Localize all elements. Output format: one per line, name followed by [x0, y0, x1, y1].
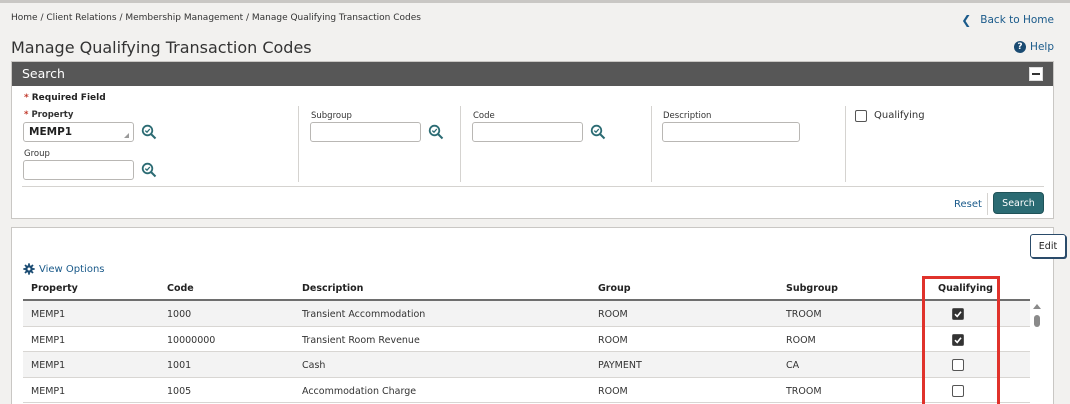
property-label-text: Property [31, 110, 74, 120]
qualifying-label: Qualifying [874, 110, 925, 121]
group-label: Group [24, 149, 50, 159]
view-options-label: View Options [39, 263, 105, 275]
description-input[interactable] [662, 122, 800, 142]
cell-subgroup: ROOM [786, 334, 816, 346]
search-header: Search [12, 62, 1053, 86]
cell-group: ROOM [598, 334, 628, 346]
search-title: Search [22, 66, 65, 81]
group-input[interactable] [23, 160, 134, 180]
page-title: Manage Qualifying Transaction Codes [11, 38, 312, 57]
table-row[interactable]: MEMP1 10000000 Transient Room Revenue RO… [23, 327, 1030, 352]
results-table: Property Code Description Group Subgroup… [23, 277, 1030, 403]
view-options-link[interactable]: View Options [23, 263, 105, 275]
collapse-button[interactable] [1029, 67, 1043, 81]
code-lookup-icon[interactable] [590, 124, 606, 140]
table-header: Property Code Description Group Subgroup… [23, 277, 1030, 301]
breadcrumb[interactable]: Home / Client Relations / Membership Man… [11, 13, 421, 23]
cell-group: PAYMENT [598, 360, 642, 371]
column-divider [460, 106, 461, 182]
chevron-left-icon: ❮ [961, 13, 972, 27]
column-header-qualifying[interactable]: Qualifying [938, 283, 993, 294]
cell-code: 1000 [167, 309, 192, 320]
qualifying-checkbox[interactable] [855, 110, 867, 122]
dropdown-corner-icon [124, 133, 129, 138]
required-field-label: Required Field [31, 93, 106, 103]
property-label: * Property [24, 110, 74, 120]
back-to-home-link[interactable]: ❮ Back to Home [961, 13, 1054, 27]
cell-description: Accommodation Charge [302, 385, 417, 397]
help-label: Help [1030, 41, 1054, 53]
column-header-description[interactable]: Description [302, 283, 363, 294]
cell-code: 10000000 [167, 334, 216, 346]
qualifying-row-checkbox[interactable] [952, 384, 964, 397]
cell-property: MEMP1 [31, 309, 66, 320]
column-header-property[interactable]: Property [31, 283, 78, 294]
gear-icon [23, 263, 35, 275]
cell-property: MEMP1 [31, 360, 66, 371]
table-row[interactable]: MEMP1 1000 Transient Accommodation ROOM … [23, 301, 1030, 327]
back-to-home-label: Back to Home [980, 14, 1054, 26]
help-link[interactable]: ? Help [1014, 41, 1054, 53]
table-row[interactable]: MEMP1 1005 Accommodation Charge ROOM TRO… [23, 378, 1030, 403]
cell-code: 1005 [167, 385, 192, 397]
cell-description: Cash [302, 360, 326, 371]
column-header-code[interactable]: Code [167, 283, 194, 294]
cell-property: MEMP1 [31, 334, 66, 346]
top-border [0, 0, 1070, 3]
property-select[interactable]: MEMP1 [23, 122, 134, 142]
subgroup-lookup-icon[interactable] [428, 124, 444, 140]
cell-group: ROOM [598, 309, 628, 320]
column-header-subgroup[interactable]: Subgroup [786, 283, 838, 294]
required-field-note: * Required Field [24, 93, 106, 103]
table-row[interactable]: MEMP1 1001 Cash PAYMENT CA [23, 352, 1030, 378]
search-button[interactable]: Search [993, 192, 1044, 214]
column-divider [651, 106, 652, 182]
cell-property: MEMP1 [31, 385, 66, 397]
cell-description: Transient Room Revenue [302, 334, 420, 346]
column-header-group[interactable]: Group [598, 283, 631, 294]
button-divider [987, 193, 988, 215]
cell-code: 1001 [167, 360, 192, 371]
scroll-up-arrow-icon[interactable] [1033, 304, 1041, 309]
subgroup-input[interactable] [310, 122, 421, 142]
subgroup-label: Subgroup [311, 111, 352, 121]
scrollbar-thumb[interactable] [1034, 315, 1040, 327]
qualifying-row-checkbox[interactable] [952, 359, 964, 371]
column-divider [845, 106, 846, 182]
code-input[interactable] [472, 122, 583, 142]
column-divider [298, 106, 299, 182]
checkmark-icon [953, 334, 963, 345]
reset-button[interactable]: Reset [954, 199, 982, 210]
description-label: Description [663, 111, 712, 121]
property-value: MEMP1 [29, 126, 73, 138]
cell-group: ROOM [598, 385, 628, 397]
search-actions-divider [22, 186, 1044, 187]
minus-icon [1032, 73, 1040, 75]
group-lookup-icon[interactable] [141, 162, 157, 178]
code-label: Code [473, 111, 495, 121]
qualifying-row-checkbox[interactable] [952, 308, 964, 320]
cell-description: Transient Accommodation [302, 309, 426, 320]
cell-subgroup: CA [786, 360, 800, 371]
help-icon: ? [1014, 41, 1027, 53]
property-lookup-icon[interactable] [141, 124, 157, 140]
checkmark-icon [953, 309, 963, 319]
cell-subgroup: TROOM [786, 309, 822, 320]
edit-button[interactable]: Edit [1030, 234, 1066, 258]
qualifying-row-checkbox[interactable] [952, 333, 964, 346]
cell-subgroup: TROOM [786, 385, 822, 397]
search-panel: Search * Required Field * Property MEMP1 G… [11, 61, 1054, 219]
